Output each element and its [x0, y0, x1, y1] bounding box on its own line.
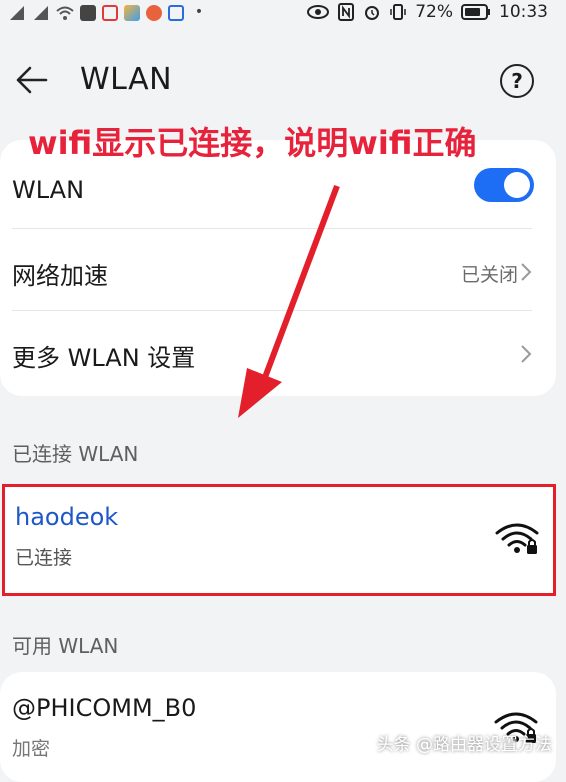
wlan-toggle-label: WLAN: [12, 176, 85, 204]
wifi-locked-icon: [495, 523, 539, 554]
status-left-icons: •: [8, 4, 208, 22]
watermark: 头条 @路由器设置方法: [376, 735, 552, 755]
app-notification-icon: [80, 5, 96, 21]
connected-section-heading: 已连接 WLAN: [12, 442, 139, 466]
app-notification-icon: [124, 5, 140, 21]
status-right: 72% 10:33: [307, 2, 548, 22]
status-bar: • 72% 10:33: [0, 0, 566, 28]
network-accel-value: 已关闭: [460, 264, 518, 286]
available-section-heading: 可用 WLAN: [12, 634, 119, 658]
app-bar: WLAN ?: [0, 50, 566, 114]
more-notifications-icon: •: [194, 4, 204, 20]
back-arrow-icon[interactable]: [14, 62, 50, 98]
connected-status: 已连接: [15, 547, 73, 569]
battery-icon: [461, 4, 490, 20]
settings-card: WLAN 网络加速 已关闭 更多 WLAN 设置: [0, 140, 556, 396]
clock: 10:33: [499, 2, 548, 22]
more-wlan-settings-row[interactable]: 更多 WLAN 设置: [0, 312, 556, 392]
wlan-toggle-switch[interactable]: [474, 168, 534, 202]
nfc-icon: [338, 3, 355, 21]
wifi-status-icon: [56, 6, 74, 20]
divider: [12, 228, 532, 229]
eye-icon: [307, 5, 330, 19]
app-notification-icon: [102, 5, 118, 21]
chevron-right-icon: [521, 345, 532, 363]
vibrate-icon: [390, 4, 406, 20]
help-icon[interactable]: ?: [500, 64, 534, 98]
divider: [12, 310, 532, 311]
app-notification-icon: [168, 5, 184, 21]
annotation-text: wifi显示已连接，说明wifi正确: [28, 124, 477, 162]
toggle-knob: [504, 172, 530, 198]
alarm-icon: [365, 6, 380, 20]
app-notification-icon: [146, 5, 162, 21]
network-accel-label: 网络加速: [12, 262, 108, 290]
page-title: WLAN: [80, 62, 173, 97]
battery-percent: 72%: [415, 2, 453, 22]
connected-ssid: haodeok: [15, 503, 119, 531]
signal-icon: [10, 6, 24, 20]
available-network-item[interactable]: @PHICOMM_B0 加密: [0, 672, 556, 782]
chevron-right-icon: [521, 263, 532, 281]
connected-network-item[interactable]: haodeok 已连接: [2, 484, 556, 596]
signal-icon: [34, 6, 48, 20]
available-status: 加密: [12, 738, 51, 760]
available-ssid: @PHICOMM_B0: [12, 694, 197, 722]
network-accel-row[interactable]: 网络加速 已关闭: [0, 230, 556, 310]
more-wlan-settings-label: 更多 WLAN 设置: [12, 344, 196, 372]
